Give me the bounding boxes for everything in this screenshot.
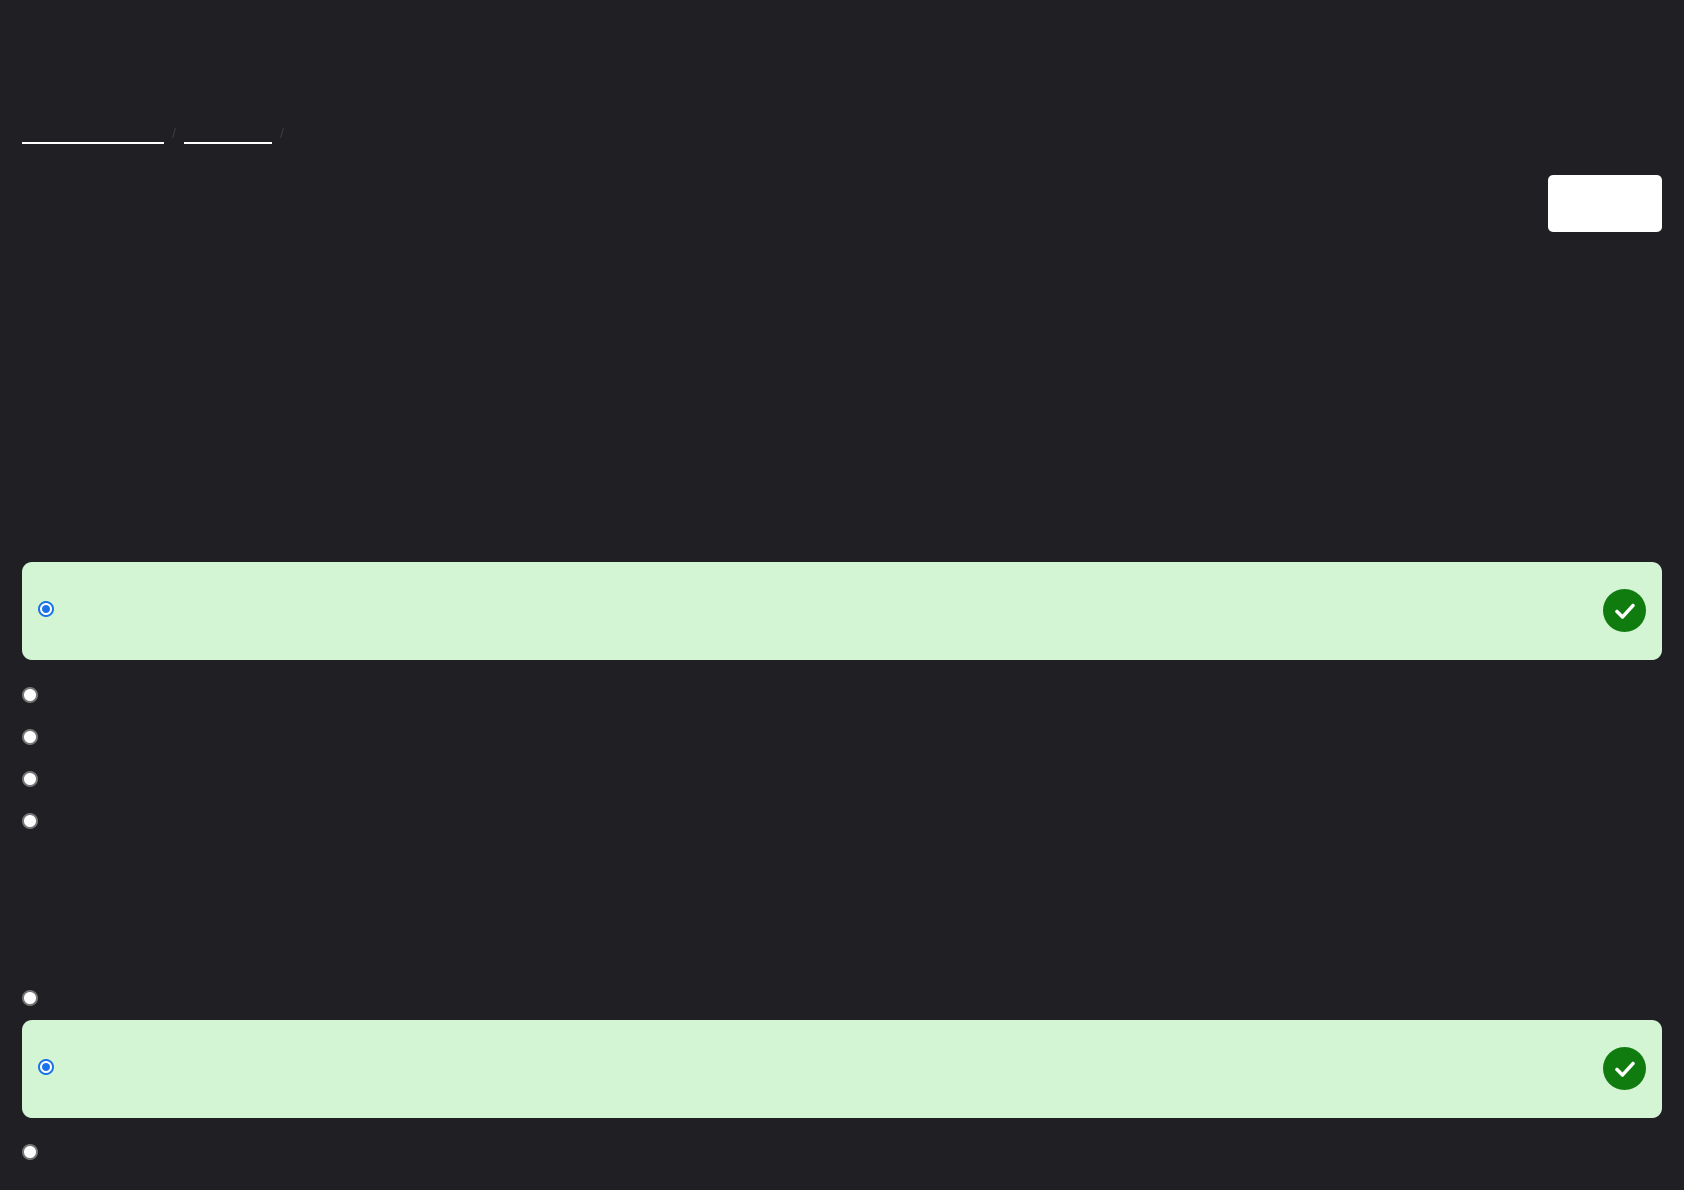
answer-option[interactable] [22,723,1662,753]
answer-option[interactable] [22,984,1662,1014]
breadcrumb-link-2[interactable] [184,120,272,144]
radio-button[interactable] [22,771,38,787]
answer-option[interactable] [22,765,1662,795]
radio-button[interactable] [22,729,38,745]
radio-button-selected[interactable] [38,1059,54,1075]
check-circle-icon [1603,589,1646,632]
radio-button[interactable] [22,813,38,829]
answer-option-correct[interactable] [22,562,1662,660]
breadcrumb-link-1[interactable] [22,120,164,144]
answer-option[interactable] [22,807,1662,837]
radio-button[interactable] [22,1144,38,1160]
answer-option-correct[interactable] [22,1020,1662,1118]
breadcrumb: / / [22,118,292,144]
check-circle-icon [1603,1047,1646,1090]
radio-button-selected[interactable] [38,601,54,617]
breadcrumb-separator: / [172,125,176,141]
radio-button[interactable] [22,687,38,703]
header-action-button[interactable] [1548,175,1662,232]
radio-button[interactable] [22,990,38,1006]
answer-option[interactable] [22,1138,1662,1168]
breadcrumb-separator: / [280,125,284,141]
answer-option[interactable] [22,681,1662,711]
